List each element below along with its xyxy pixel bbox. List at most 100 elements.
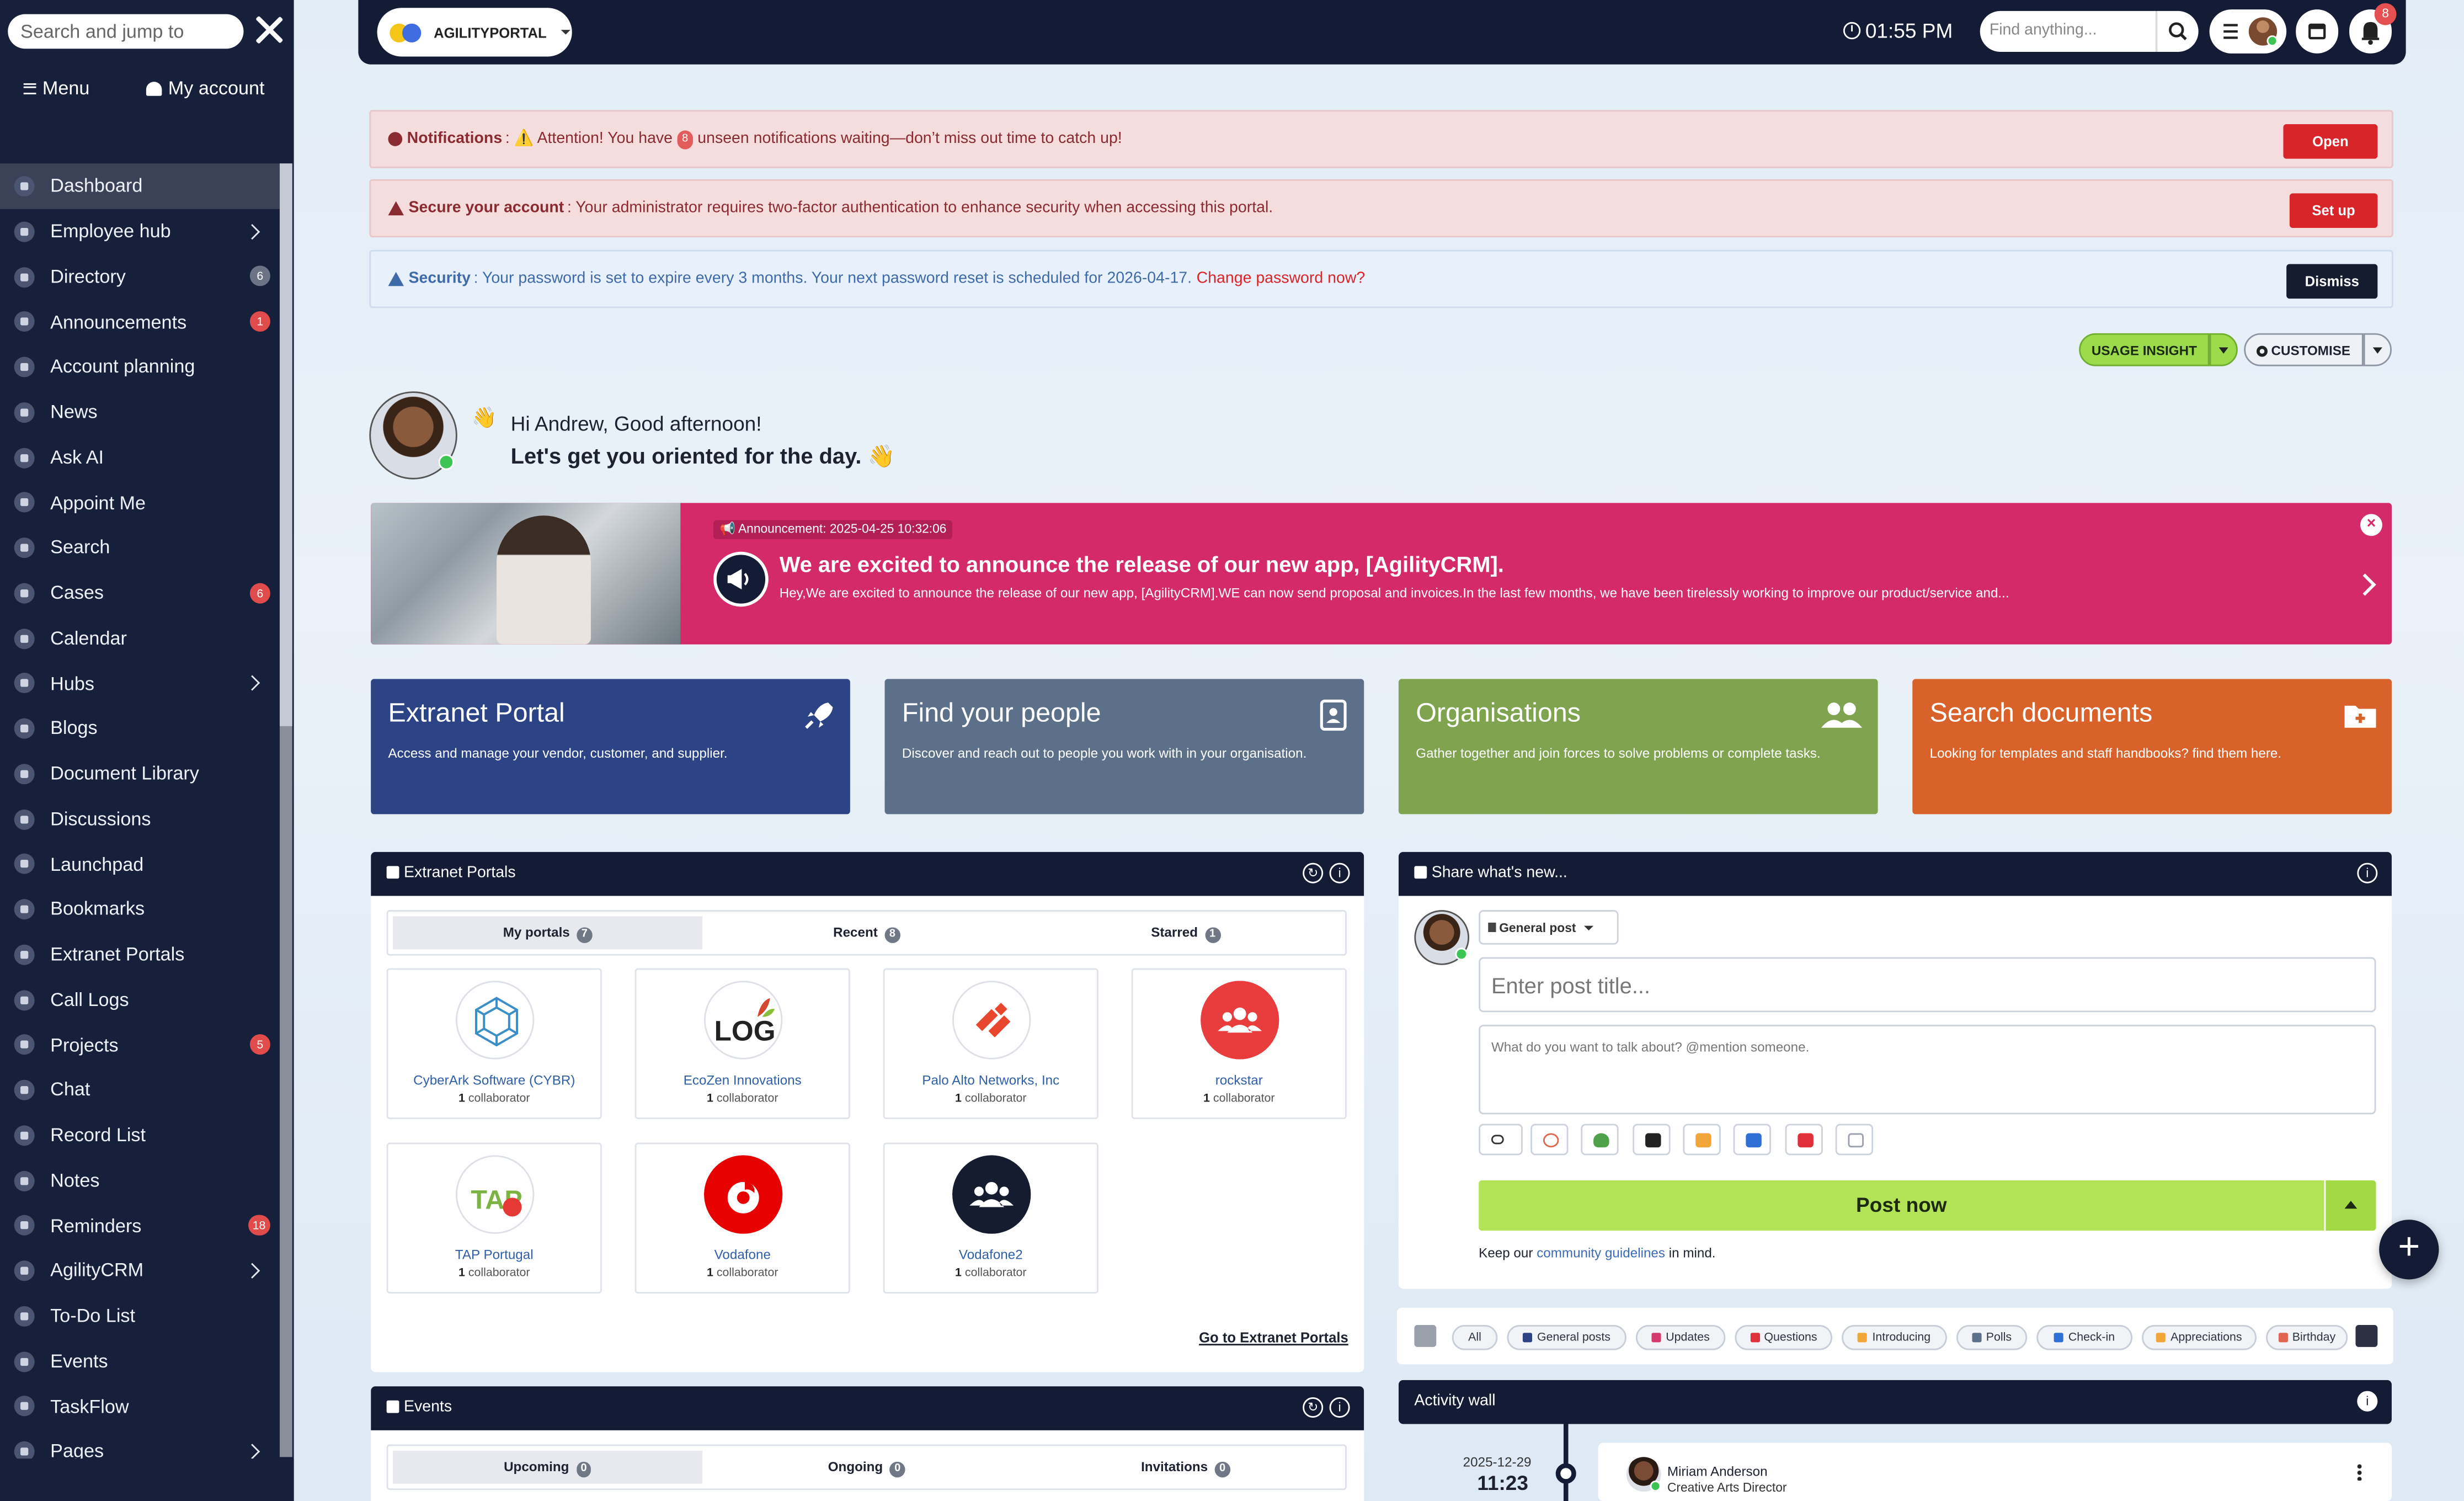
attachment-button[interactable] bbox=[1479, 1124, 1523, 1156]
activity-author[interactable]: Miriam Anderson bbox=[1667, 1463, 1768, 1479]
chevron-right-icon[interactable] bbox=[244, 1443, 260, 1460]
portal-name[interactable]: Vodafone bbox=[637, 1247, 849, 1262]
sidebar-item-calendar[interactable]: Calendar bbox=[0, 615, 280, 661]
sidebar-item-account-planning[interactable]: Account planning bbox=[0, 344, 280, 390]
filter-chip-polls[interactable]: Polls bbox=[1956, 1325, 2028, 1350]
sidebar-scrollbar-thumb[interactable] bbox=[279, 163, 292, 726]
tile-organisations[interactable]: Organisations Gather together and join fo… bbox=[1398, 679, 1878, 815]
sidebar-item-cases[interactable]: Cases 6 bbox=[0, 570, 280, 615]
chevron-right-icon[interactable] bbox=[2355, 1325, 2378, 1347]
sidebar-item-blogs[interactable]: Blogs bbox=[0, 706, 280, 751]
sidebar-item-hubs[interactable]: Hubs bbox=[0, 661, 280, 706]
close-icon[interactable]: × bbox=[2360, 514, 2382, 536]
info-icon[interactable]: i bbox=[1329, 1397, 1350, 1418]
map-button[interactable] bbox=[1835, 1124, 1874, 1156]
portal-card[interactable]: CyberArk Software (CYBR) 1 collaborator bbox=[386, 968, 602, 1119]
portal-switcher[interactable]: AGILITYPORTAL bbox=[377, 8, 572, 57]
gif-button[interactable] bbox=[1581, 1124, 1619, 1156]
more-options-icon[interactable] bbox=[2357, 1463, 2362, 1481]
portal-card[interactable]: LOG EcoZen Innovations 1 collaborator bbox=[634, 968, 850, 1119]
set-up-2fa-button[interactable]: Set up bbox=[2289, 193, 2378, 228]
post-body-textarea[interactable]: What do you want to talk about? @mention… bbox=[1479, 1025, 2376, 1115]
info-icon[interactable]: i bbox=[2357, 863, 2378, 883]
portal-name[interactable]: CyberArk Software (CYBR) bbox=[388, 1072, 601, 1087]
portal-card[interactable]: Palo Alto Networks, Inc 1 collaborator bbox=[883, 968, 1098, 1119]
chevron-right-icon[interactable] bbox=[244, 223, 260, 239]
sidebar-item-bookmarks[interactable]: Bookmarks bbox=[0, 886, 280, 932]
tab-my-portals[interactable]: My portals 7 bbox=[393, 916, 703, 950]
tab-ongoing[interactable]: Ongoing 0 bbox=[712, 1451, 1021, 1484]
post-options-dropdown[interactable] bbox=[2326, 1180, 2376, 1231]
emoji-button[interactable] bbox=[1530, 1124, 1569, 1156]
sidebar-item-to-do-list[interactable]: To-Do List bbox=[0, 1293, 280, 1338]
sidebar-item-employee-hub[interactable]: Employee hub bbox=[0, 209, 280, 254]
sidebar-item-taskflow[interactable]: TaskFlow bbox=[0, 1383, 280, 1429]
post-now-button[interactable]: Post now bbox=[1479, 1180, 2324, 1231]
sidebar-item-launchpad[interactable]: Launchpad bbox=[0, 842, 280, 887]
info-icon[interactable]: i bbox=[2357, 1391, 2378, 1412]
search-button[interactable] bbox=[2156, 10, 2199, 52]
announcement-title[interactable]: We are excited to announce the release o… bbox=[780, 552, 1504, 577]
user-menu-button[interactable] bbox=[2209, 9, 2287, 54]
sidebar-item-news[interactable]: News bbox=[0, 390, 280, 435]
filter-chip-all[interactable]: All bbox=[1452, 1325, 1498, 1350]
tile-extranet-portal[interactable]: Extranet Portal Access and manage your ve… bbox=[371, 679, 850, 815]
refresh-icon[interactable]: ↻ bbox=[1303, 863, 1324, 883]
filter-chip-check-in[interactable]: Check-in bbox=[2036, 1325, 2133, 1350]
sidebar-item-reminders[interactable]: Reminders 18 bbox=[0, 1203, 280, 1248]
filter-chip-questions[interactable]: Questions bbox=[1735, 1325, 1833, 1350]
sidebar-item-document-library[interactable]: Document Library bbox=[0, 751, 280, 796]
dismiss-button[interactable]: Dismiss bbox=[2286, 264, 2378, 299]
portal-name[interactable]: TAP Portugal bbox=[388, 1247, 601, 1262]
customise-button[interactable]: CUSTOMISE bbox=[2244, 333, 2364, 366]
sidebar-search-input[interactable]: Search and jump to bbox=[8, 14, 244, 49]
sidebar-item-extranet-portals[interactable]: Extranet Portals bbox=[0, 932, 280, 977]
sidebar-item-search[interactable]: Search bbox=[0, 525, 280, 570]
calendar-button[interactable] bbox=[2296, 9, 2339, 54]
tab-recent[interactable]: Recent 8 bbox=[712, 917, 1021, 950]
sidebar-item-discussions[interactable]: Discussions bbox=[0, 796, 280, 842]
filter-chip-updates[interactable]: Updates bbox=[1635, 1325, 1726, 1350]
portal-name[interactable]: Palo Alto Networks, Inc bbox=[885, 1072, 1097, 1087]
portal-name[interactable]: Vodafone2 bbox=[885, 1247, 1097, 1262]
chevron-right-icon[interactable] bbox=[2354, 573, 2376, 596]
filter-chip-general-posts[interactable]: General posts bbox=[1507, 1325, 1626, 1350]
community-guidelines-link[interactable]: community guidelines bbox=[1537, 1245, 1665, 1260]
post-type-dropdown[interactable]: General post bbox=[1479, 910, 1619, 945]
global-search-input[interactable]: Find anything... bbox=[1980, 10, 2156, 52]
sidebar-item-chat[interactable]: Chat bbox=[0, 1067, 280, 1113]
sidebar-item-agilitycrm[interactable]: AgilityCRM bbox=[0, 1248, 280, 1293]
add-fab-button[interactable]: + bbox=[2379, 1220, 2439, 1280]
portal-name[interactable]: rockstar bbox=[1133, 1072, 1346, 1087]
usage-insight-dropdown[interactable] bbox=[2209, 333, 2238, 366]
notifications-button[interactable]: 8 bbox=[2349, 3, 2397, 54]
customise-dropdown[interactable] bbox=[2363, 333, 2392, 366]
filter-chip-birthday[interactable]: Birthday bbox=[2266, 1325, 2348, 1350]
sidebar-item-appoint-me[interactable]: Appoint Me bbox=[0, 480, 280, 525]
sidebar-item-record-list[interactable]: Record List bbox=[0, 1113, 280, 1158]
info-icon[interactable]: i bbox=[1329, 863, 1350, 883]
refresh-icon[interactable]: ↻ bbox=[1303, 1397, 1324, 1418]
tab-upcoming[interactable]: Upcoming 0 bbox=[393, 1450, 703, 1484]
filter-chip-introducing[interactable]: Introducing bbox=[1842, 1325, 1947, 1350]
tab-my-account[interactable]: My account bbox=[146, 77, 265, 99]
portal-name[interactable]: EcoZen Innovations bbox=[637, 1072, 849, 1087]
portal-card[interactable]: TAP TAP Portugal 1 collaborator bbox=[386, 1142, 602, 1294]
announcement-button[interactable] bbox=[1785, 1124, 1823, 1156]
tab-starred[interactable]: Starred 1 bbox=[1031, 917, 1340, 950]
open-notifications-button[interactable]: Open bbox=[2283, 124, 2378, 159]
sidebar-item-notes[interactable]: Notes bbox=[0, 1158, 280, 1203]
sidebar-item-events[interactable]: Events bbox=[0, 1338, 280, 1383]
tile-search-documents[interactable]: Search documents Looking for templates an… bbox=[1912, 679, 2392, 815]
post-title-input[interactable]: Enter post title... bbox=[1479, 957, 2376, 1013]
camera-button[interactable] bbox=[1633, 1124, 1671, 1156]
sidebar-item-dashboard[interactable]: Dashboard bbox=[0, 163, 280, 209]
chevron-left-icon[interactable] bbox=[1414, 1325, 1437, 1347]
portal-card[interactable]: Vodafone 1 collaborator bbox=[634, 1142, 850, 1294]
change-password-link[interactable]: Change password now? bbox=[1197, 270, 1366, 288]
sidebar-item-announcements[interactable]: Announcements 1 bbox=[0, 299, 280, 344]
sidebar-item-ask-ai[interactable]: Ask AI bbox=[0, 435, 280, 480]
announcement-banner[interactable]: 📢 Announcement: 2025-04-25 10:32:06 We a… bbox=[371, 503, 2392, 645]
filter-chip-appreciations[interactable]: Appreciations bbox=[2142, 1325, 2257, 1350]
tab-invitations[interactable]: Invitations 0 bbox=[1031, 1451, 1340, 1484]
